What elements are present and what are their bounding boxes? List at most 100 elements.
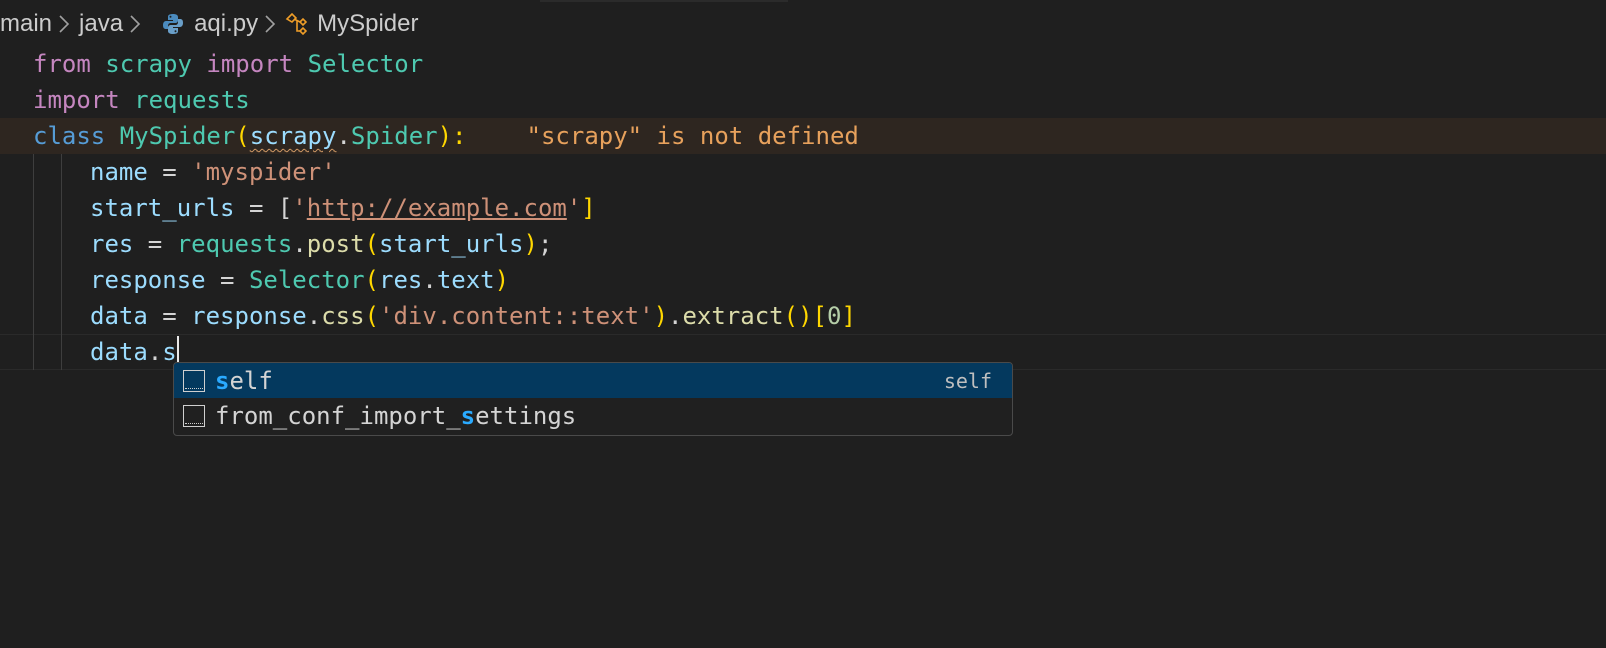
code-line[interactable]: data = response.css('div.content::text')…	[0, 298, 1606, 334]
suggest-widget: s elf self from_conf_import_ s ettings	[173, 362, 1013, 436]
bracket-token: [	[812, 302, 827, 330]
operator-token: =	[205, 266, 249, 294]
indent-guide	[61, 226, 62, 262]
bracket-token: ()	[783, 302, 813, 330]
indent-guide	[61, 334, 62, 370]
url-link[interactable]: http://example.com	[307, 194, 567, 222]
string-token: 'div.content::text'	[379, 302, 654, 330]
bracket-token: (	[364, 266, 379, 294]
indent-guide	[33, 262, 34, 298]
bracket-token: ]	[581, 194, 596, 222]
variable-token: name	[90, 158, 148, 186]
dot-token: .	[668, 302, 683, 330]
suggestion-match: s	[460, 401, 476, 430]
variable-token: res	[90, 230, 134, 258]
indent-guide	[33, 154, 34, 190]
symbol-text-icon	[183, 404, 205, 427]
function-token: post	[306, 230, 365, 258]
suggestion-item-self[interactable]: s elf self	[174, 363, 1012, 398]
class-token: Spider	[350, 122, 438, 150]
bracket-token: (	[235, 122, 250, 150]
variable-token: start_urls	[379, 230, 524, 258]
code-line[interactable]: from scrapy import Selector	[0, 46, 1606, 82]
variable-token: data	[90, 302, 148, 330]
breadcrumb-label: main	[0, 10, 53, 37]
class-token: Selector	[248, 266, 365, 294]
chevron-right-icon	[58, 14, 70, 34]
indent-guide	[61, 154, 62, 190]
keyword-token: import	[33, 86, 120, 114]
dot-token: .	[422, 266, 437, 294]
bracket-token: (	[364, 230, 380, 258]
module-token: requests	[176, 230, 293, 258]
property-token: text	[436, 266, 495, 294]
operator-token: =	[147, 158, 192, 186]
suggestion-label: elf	[229, 366, 273, 395]
number-token: 0	[826, 302, 842, 330]
class-token: MySpider	[119, 122, 236, 150]
code-line[interactable]: import requests	[0, 82, 1606, 118]
code-line-with-error[interactable]: class MySpider(scrapy.Spider): "scrapy" i…	[0, 118, 1606, 154]
undefined-name-token[interactable]: scrapy	[250, 122, 337, 150]
breadcrumb-item-class[interactable]: MySpider	[285, 10, 418, 38]
code-line[interactable]: res = requests.post(start_urls);	[0, 226, 1606, 262]
bracket-token: )	[653, 302, 669, 330]
string-token: 'myspider'	[191, 158, 336, 186]
suggestion-label-prefix: from_conf_import_	[215, 401, 461, 430]
module-token: requests	[134, 86, 250, 114]
suggestion-item-settings[interactable]: from_conf_import_ s ettings	[174, 398, 1012, 433]
code-editor[interactable]: from scrapy import Selector import reque…	[0, 46, 1606, 370]
indent-guide	[33, 334, 34, 370]
keyword-token: from	[33, 50, 91, 78]
suggestion-match: s	[215, 366, 230, 395]
breadcrumb-item-java[interactable]: java	[79, 10, 123, 38]
breadcrumb-label: MySpider	[317, 10, 419, 37]
variable-token: data	[90, 338, 148, 366]
chevron-right-icon	[129, 14, 141, 34]
bracket-token: ):	[437, 122, 467, 150]
dot-token: .	[292, 230, 307, 258]
variable-token: start_urls	[90, 194, 235, 222]
bracket-token: ]	[841, 302, 856, 330]
keyword-token: class	[33, 122, 106, 150]
dot-token: .	[306, 302, 322, 330]
breadcrumb-label: aqi.py	[194, 10, 259, 37]
bracket-token: (	[364, 302, 380, 330]
breadcrumb-item-file[interactable]: aqi.py	[162, 10, 258, 38]
indent-guide	[61, 262, 62, 298]
operator-token: =	[133, 230, 177, 258]
indent-guide	[61, 298, 62, 334]
variable-token: response	[90, 266, 206, 294]
chevron-right-icon	[264, 14, 276, 34]
suggestion-detail: self	[943, 368, 992, 393]
operator-token: =	[147, 302, 192, 330]
indent-guide	[33, 190, 34, 226]
symbol-text-icon	[183, 369, 205, 392]
symbol-class-icon	[285, 13, 309, 35]
breadcrumb: main java aqi.py MySpider	[0, 0, 1606, 48]
keyword-token: import	[206, 50, 294, 78]
code-line[interactable]: start_urls = ['http://example.com']	[0, 190, 1606, 226]
module-token: scrapy	[105, 50, 192, 78]
function-token: extract	[682, 302, 784, 330]
bracket-token: )	[523, 230, 538, 258]
code-line[interactable]: name = 'myspider'	[0, 154, 1606, 190]
inline-diagnostic-message: "scrapy" is not defined	[526, 122, 859, 150]
class-token: Selector	[307, 50, 424, 78]
code-line[interactable]: response = Selector(res.text)	[0, 262, 1606, 298]
breadcrumb-label: java	[79, 10, 124, 37]
variable-token: response	[191, 302, 307, 330]
dot-token: .	[336, 122, 351, 150]
dot-token: .	[147, 338, 163, 366]
breadcrumb-item-main[interactable]: main	[0, 10, 52, 38]
semicolon-token: ;	[537, 230, 553, 258]
function-token: css	[321, 302, 365, 330]
indent-guide	[33, 226, 34, 262]
string-quote-token: '	[566, 194, 582, 222]
variable-token: res	[379, 266, 423, 294]
python-file-icon	[162, 13, 184, 35]
